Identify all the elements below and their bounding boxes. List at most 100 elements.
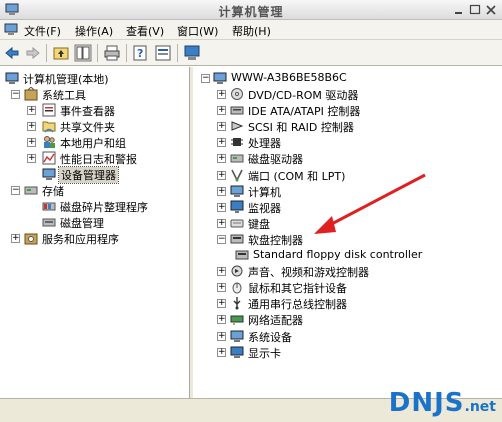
expand-toggle[interactable]: + xyxy=(11,234,20,243)
watermark-text: DNJS xyxy=(388,388,465,418)
tree-item-device-category[interactable]: + 通用串行总线控制器 xyxy=(193,295,502,311)
menu-action[interactable]: 操作(A) xyxy=(75,23,113,39)
tree-item-event-viewer[interactable]: + 事件查看器 xyxy=(0,102,190,118)
storage-icon xyxy=(24,186,38,195)
cdrom-icon xyxy=(231,88,243,100)
up-level-icon[interactable] xyxy=(52,44,70,62)
menu-file[interactable]: 文件(F) xyxy=(24,23,61,39)
collapse-toggle[interactable]: − xyxy=(11,186,20,195)
tree-item-services-applications[interactable]: + 服务和应用程序 xyxy=(0,230,190,246)
toolbar-separator xyxy=(97,44,98,62)
expand-toggle[interactable]: + xyxy=(217,299,226,309)
expand-toggle[interactable]: + xyxy=(217,170,226,180)
expand-toggle[interactable]: + xyxy=(217,331,226,341)
tree-item-computer-management[interactable]: 计算机管理(本地) xyxy=(0,70,190,86)
computer-icon xyxy=(230,185,244,197)
cpu-icon xyxy=(231,138,243,147)
monitor-icon xyxy=(230,200,244,213)
expand-toggle[interactable]: + xyxy=(217,347,226,357)
mouse-icon xyxy=(232,282,242,294)
tree-item-shared-folders[interactable]: + 共享文件夹 xyxy=(0,118,190,134)
computer-management-icon xyxy=(5,72,19,84)
expand-toggle[interactable]: + xyxy=(217,267,226,277)
menu-help[interactable]: 帮助(H) xyxy=(232,23,271,39)
watermark-logo: DNJS.net xyxy=(389,388,496,418)
defrag-icon xyxy=(42,202,56,211)
collapse-toggle[interactable]: − xyxy=(217,234,226,244)
performance-icon xyxy=(42,151,56,165)
expand-toggle[interactable]: + xyxy=(217,90,226,99)
tree-item-device-category[interactable]: + 磁盘驱动器 xyxy=(193,150,502,166)
expand-toggle[interactable]: + xyxy=(217,186,226,196)
menu-bar: 文件(F) 操作(A) 查看(V) 窗口(W) 帮助(H) xyxy=(0,20,502,40)
system-tools-icon xyxy=(24,87,38,101)
system-menu-icon[interactable] xyxy=(4,23,18,36)
tree-item-system-tools[interactable]: − 系统工具 xyxy=(0,86,190,102)
minimize-icon[interactable] xyxy=(452,3,466,17)
toolbar-separator xyxy=(126,44,127,62)
tree-item-device-category[interactable]: + 鼠标和其它指针设备 xyxy=(193,279,502,295)
floppy-controller-icon xyxy=(235,250,249,260)
expand-toggle[interactable]: + xyxy=(27,138,36,147)
annotation-arrow xyxy=(314,173,426,234)
shared-folder-icon xyxy=(42,121,56,133)
tree-item-device-manager[interactable]: 设备管理器 xyxy=(0,166,190,184)
properties-icon[interactable] xyxy=(154,44,172,62)
network-icon xyxy=(230,315,244,326)
usb-icon xyxy=(233,297,241,310)
maximize-icon[interactable] xyxy=(468,3,482,17)
users-icon xyxy=(44,136,55,148)
title-bar: 计算机管理 xyxy=(0,0,502,20)
close-icon[interactable] xyxy=(484,3,498,17)
expand-toggle[interactable]: + xyxy=(217,218,226,228)
back-icon[interactable] xyxy=(3,44,21,62)
expand-toggle[interactable]: + xyxy=(217,106,226,116)
display-icon xyxy=(230,346,244,358)
print-icon[interactable] xyxy=(103,44,121,62)
tree-item-disk-management[interactable]: 磁盘管理 xyxy=(0,214,190,230)
tree-item-disk-defragmenter[interactable]: 磁盘碎片整理程序 xyxy=(0,198,190,214)
port-icon xyxy=(231,169,243,182)
tree-item-local-users[interactable]: + 本地用户和组 xyxy=(0,134,190,150)
menu-window[interactable]: 窗口(W) xyxy=(177,23,218,39)
expand-toggle[interactable]: + xyxy=(217,122,226,132)
floppy-controller-icon xyxy=(230,234,244,244)
tree-item-performance-logs[interactable]: + 性能日志和警报 xyxy=(0,150,190,166)
tree-item-device-category[interactable]: + IDE ATA/ATAPI 控制器 xyxy=(193,102,502,118)
expand-toggle[interactable]: + xyxy=(27,122,36,131)
services-icon xyxy=(24,233,38,245)
console-tree-pane[interactable]: 计算机管理(本地) − 系统工具 + 事件查看器 + 共享文件夹 + 本地用户和… xyxy=(0,67,190,398)
forward-icon[interactable] xyxy=(24,44,42,62)
tree-item-storage[interactable]: − 存储 xyxy=(0,182,190,198)
event-viewer-icon xyxy=(42,103,56,117)
device-manager-icon xyxy=(42,168,56,180)
ide-icon xyxy=(230,106,244,115)
svg-text:?: ? xyxy=(137,47,143,60)
tree-item-device-category[interactable]: + SCSI 和 RAID 控制器 xyxy=(193,118,502,134)
disk-icon xyxy=(230,154,244,163)
help-icon[interactable]: ? xyxy=(132,44,150,62)
watermark-suffix: .net xyxy=(464,399,496,415)
tree-item-device-category[interactable]: + DVD/CD-ROM 驱动器 xyxy=(193,86,502,102)
menu-view[interactable]: 查看(V) xyxy=(126,23,164,39)
expand-toggle[interactable]: + xyxy=(217,138,226,148)
expand-toggle[interactable]: + xyxy=(27,106,36,115)
tree-item-device-category[interactable]: + 声音、视频和游戏控制器 xyxy=(193,263,502,279)
scan-hardware-icon[interactable] xyxy=(183,44,201,62)
expand-toggle[interactable]: + xyxy=(27,154,36,163)
expand-toggle[interactable]: + xyxy=(217,154,226,164)
show-hide-tree-icon[interactable] xyxy=(74,44,92,62)
collapse-toggle[interactable]: − xyxy=(11,90,20,99)
tree-item-device[interactable]: Standard floppy disk controller xyxy=(193,247,502,263)
expand-toggle[interactable]: + xyxy=(217,202,226,212)
collapse-toggle[interactable]: − xyxy=(201,74,210,83)
tree-item-computer-name[interactable]: − WWW-A3B6BE58B6C xyxy=(193,70,502,86)
tree-item-device-category[interactable]: + 网络适配器 xyxy=(193,311,502,327)
expand-toggle[interactable]: + xyxy=(217,283,226,293)
tree-item-device-category[interactable]: + 显示卡 xyxy=(193,344,502,360)
tree-item-device-category[interactable]: + 处理器 xyxy=(193,134,502,150)
tree-item-device-category[interactable]: + 系统设备 xyxy=(193,328,502,344)
scsi-icon xyxy=(231,121,244,131)
expand-toggle[interactable]: + xyxy=(217,315,226,325)
toolbar-separator xyxy=(46,44,47,62)
